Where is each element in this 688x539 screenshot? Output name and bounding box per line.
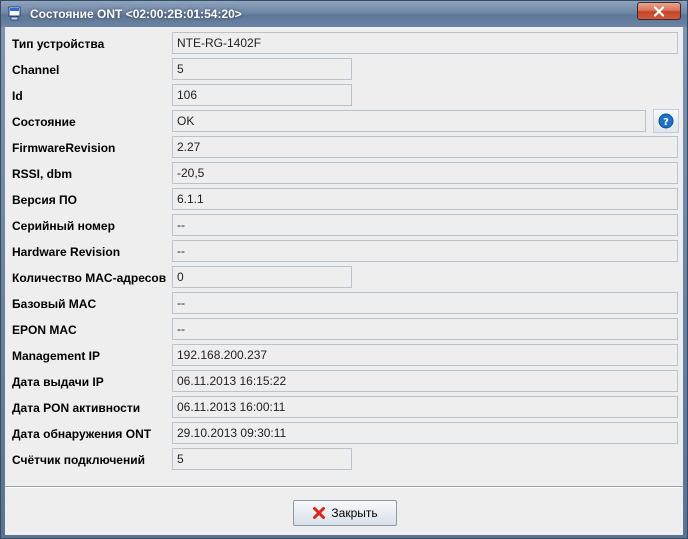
label-channel: Channel	[12, 63, 60, 77]
close-dialog-button[interactable]: Закрыть	[293, 500, 397, 526]
field-device-type[interactable]: NTE-RG-1402F	[172, 32, 678, 54]
app-window-icon	[8, 6, 21, 21]
field-firmware-revision[interactable]: 2.27	[172, 136, 678, 158]
red-x-icon	[313, 507, 326, 519]
field-channel[interactable]: 5	[172, 58, 352, 80]
help-icon: ?	[658, 113, 674, 129]
field-ont-discovery-date[interactable]: 29.10.2013 09:30:11	[172, 422, 678, 444]
label-epon-mac: EPON MAC	[12, 323, 77, 337]
label-connection-counter: Счётчик подключений	[12, 453, 145, 467]
label-firmware-revision: FirmwareRevision	[12, 141, 116, 155]
dialog-body: Тип устройства NTE-RG-1402F Channel 5 Id…	[5, 27, 683, 535]
label-state: Состояние	[12, 115, 76, 129]
ont-status-window: Состояние ONT <02:00:2B:01:54:20> Тип ус…	[0, 0, 688, 539]
help-button[interactable]: ?	[653, 109, 679, 133]
label-software-version: Версия ПО	[12, 193, 78, 207]
field-state[interactable]: OK	[172, 110, 646, 132]
label-hardware-revision: Hardware Revision	[12, 245, 121, 259]
field-software-version[interactable]: 6.1.1	[172, 188, 678, 210]
dialog-footer: Закрыть	[5, 488, 683, 535]
field-connection-counter[interactable]: 5	[172, 448, 352, 470]
label-ip-issue-date: Дата выдачи IP	[12, 375, 104, 389]
field-serial-number[interactable]: --	[172, 214, 678, 236]
title-bar[interactable]: Состояние ONT <02:00:2B:01:54:20>	[1, 1, 687, 27]
window-title: Состояние ONT <02:00:2B:01:54:20>	[30, 7, 242, 21]
field-mac-count[interactable]: 0	[172, 266, 352, 288]
svg-text:?: ?	[663, 117, 669, 128]
field-base-mac[interactable]: --	[172, 292, 678, 314]
label-id: Id	[12, 89, 23, 103]
field-management-ip[interactable]: 192.168.200.237	[172, 344, 678, 366]
field-rssi[interactable]: -20,5	[172, 162, 678, 184]
label-rssi: RSSI, dbm	[12, 167, 73, 181]
label-serial-number: Серийный номер	[12, 219, 115, 233]
label-pon-activity-date: Дата PON активности	[12, 401, 141, 415]
field-hardware-revision[interactable]: --	[172, 240, 678, 262]
label-management-ip: Management IP	[12, 349, 101, 363]
field-epon-mac[interactable]: --	[172, 318, 678, 340]
label-mac-count: Количество MAC-адресов	[12, 271, 167, 285]
label-device-type: Тип устройства	[12, 37, 105, 51]
field-id[interactable]: 106	[172, 84, 352, 106]
window-close-button[interactable]	[637, 2, 681, 20]
close-dialog-label: Закрыть	[331, 506, 378, 520]
field-pon-activity-date[interactable]: 06.11.2013 16:00:11	[172, 396, 678, 418]
label-base-mac: Базовый MAC	[12, 297, 97, 311]
field-ip-issue-date[interactable]: 06.11.2013 16:15:22	[172, 370, 678, 392]
label-ont-discovery-date: Дата обнаружения ONT	[12, 427, 152, 441]
close-icon	[653, 5, 665, 17]
